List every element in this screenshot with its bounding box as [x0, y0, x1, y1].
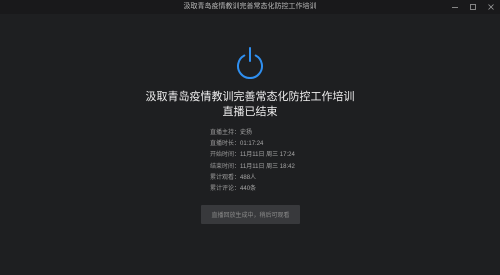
close-icon — [488, 4, 494, 10]
live-title: 汲取青岛疫情教训完善常态化防控工作培训 — [145, 91, 355, 103]
info-viewers: 累计观看：488人 — [210, 173, 350, 184]
info-duration: 直播时长：01:17:24 — [210, 139, 350, 150]
close-button[interactable] — [484, 0, 498, 14]
replay-generating-button[interactable]: 直播回放生成中，稍后可观看 — [201, 205, 300, 224]
info-host: 直播主持：史扬 — [210, 128, 350, 139]
title-bar: 汲取青岛疫情教训完善常态化防控工作培训 — [0, 0, 500, 14]
power-icon — [237, 47, 263, 79]
info-label: 直播主持： — [210, 130, 241, 136]
window-title: 汲取青岛疫情教训完善常态化防控工作培训 — [183, 3, 317, 10]
minimize-icon — [452, 7, 458, 8]
info-value: 史扬 — [240, 130, 253, 136]
minimize-button[interactable] — [448, 0, 462, 14]
live-info-list: 直播主持：史扬 直播时长：01:17:24 开始时间：11月11日 周三 17:… — [210, 128, 350, 195]
maximize-button[interactable] — [466, 0, 480, 14]
info-end-time: 结束时间：11月11日 周三 18:42 — [210, 162, 350, 173]
info-label: 直播时长： — [210, 141, 241, 148]
live-ended-window: 汲取青岛疫情教训完善常态化防控工作培训 汲取青岛疫情教训完善常态化防控工作培训 … — [0, 0, 500, 275]
info-value: 11月11日 周三 17:24 — [240, 152, 295, 159]
info-comments: 累计评论：440条 — [210, 184, 350, 195]
info-label: 累计评论： — [210, 186, 241, 193]
info-value: 11月11日 周三 18:42 — [240, 163, 295, 170]
info-label: 开始时间： — [210, 152, 241, 159]
info-label: 结束时间： — [210, 163, 241, 170]
live-status: 直播已结束 — [222, 106, 278, 118]
info-start-time: 开始时间：11月11日 周三 17:24 — [210, 150, 350, 161]
info-value: 440条 — [240, 186, 257, 193]
info-value: 488人 — [240, 174, 257, 181]
info-label: 累计观看： — [210, 174, 241, 181]
window-controls — [444, 0, 498, 14]
maximize-icon — [470, 4, 476, 10]
info-value: 01:17:24 — [240, 141, 264, 148]
